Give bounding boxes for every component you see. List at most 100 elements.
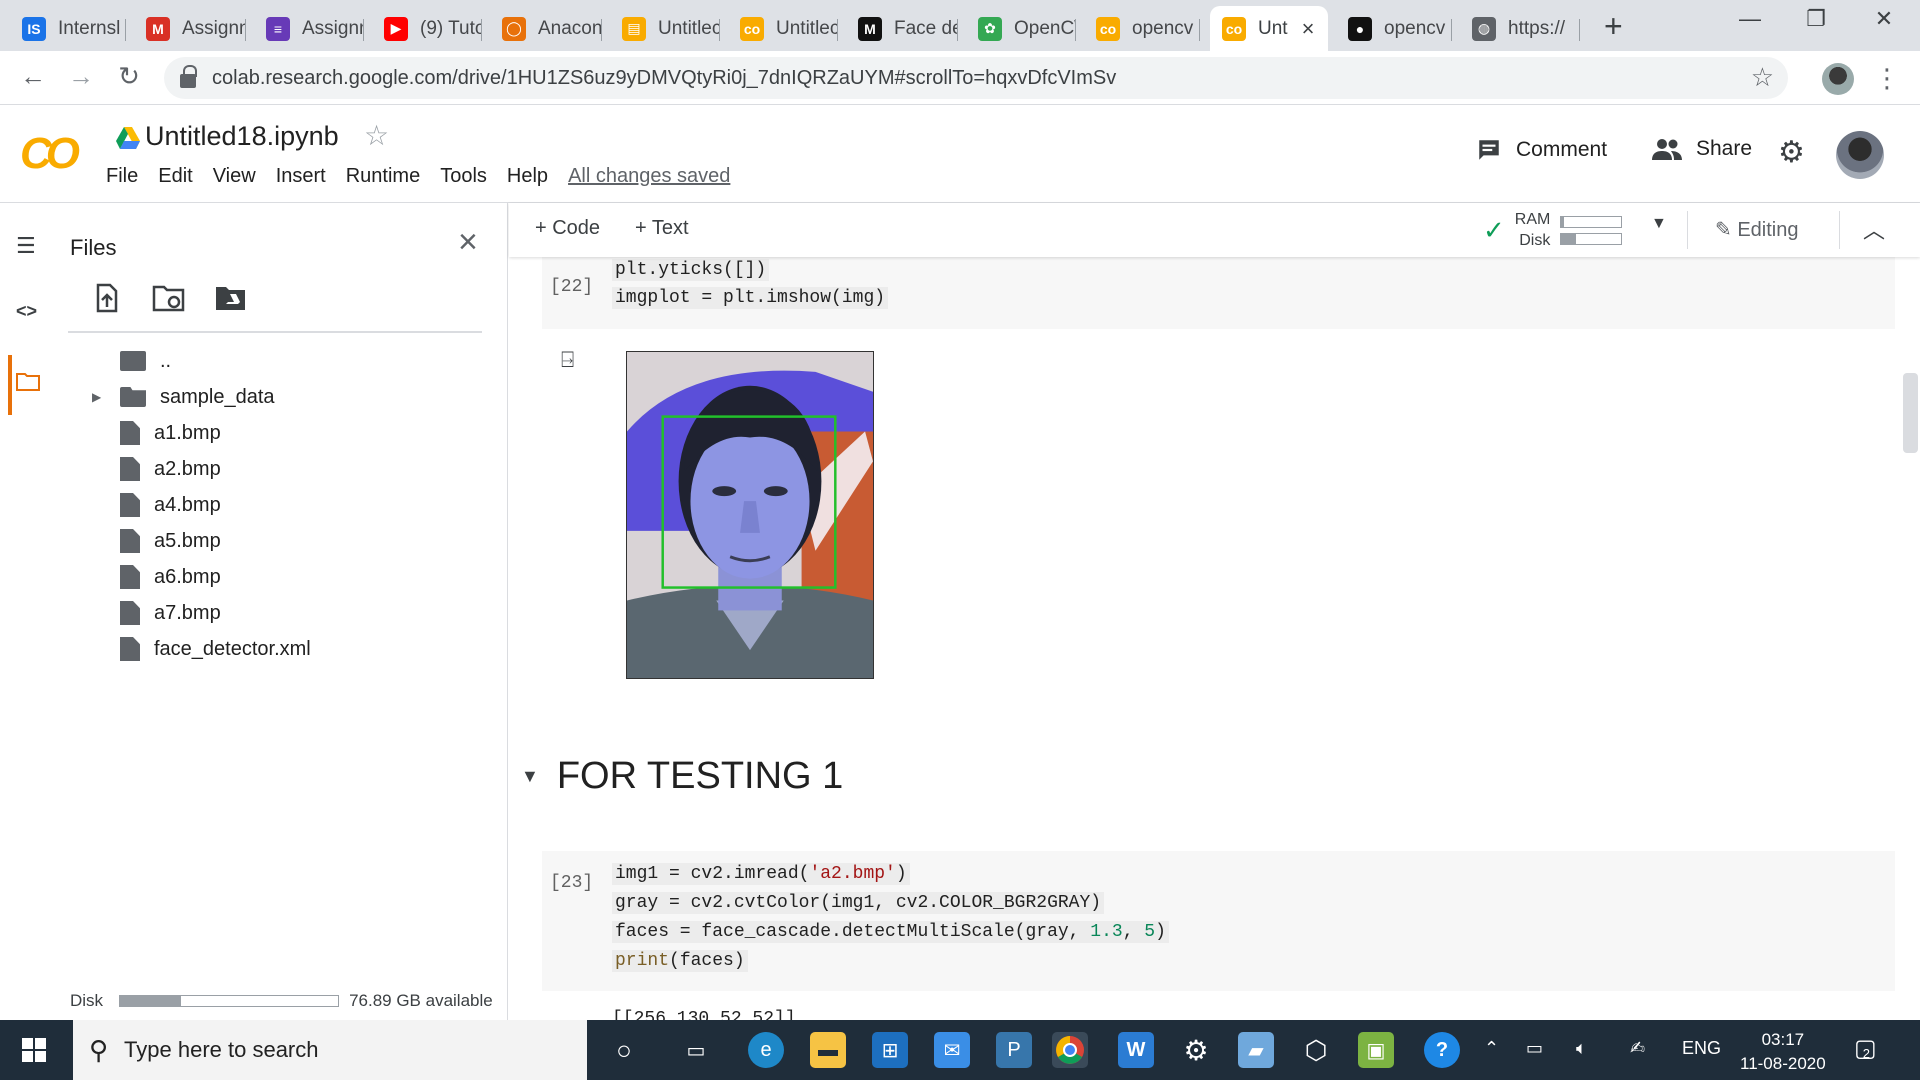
language-indicator[interactable]: ENG: [1682, 1038, 1721, 1059]
file-tree-item[interactable]: ▶ sample_data: [92, 379, 275, 415]
code-snippets-icon[interactable]: <>: [16, 301, 37, 322]
chrome-icon[interactable]: [1052, 1032, 1088, 1068]
code-line[interactable]: img1 = cv2.imread('a2.bmp'): [612, 863, 910, 885]
browser-tab[interactable]: M Assignn: [134, 6, 246, 51]
code-line[interactable]: print(faces): [612, 950, 748, 972]
chevron-down-icon[interactable]: ▼: [1651, 215, 1667, 233]
colab-logo[interactable]: CO: [20, 129, 80, 179]
notification-center-icon[interactable]: ▢2: [1854, 1034, 1884, 1063]
browser-tab[interactable]: ◯ Anacon: [490, 6, 602, 51]
code-cell[interactable]: [23] img1 = cv2.imread('a2.bmp') gray = …: [542, 851, 1895, 991]
browser-tab[interactable]: co opencv: [1084, 6, 1200, 51]
browser-tab[interactable]: ✿ OpenC\: [966, 6, 1076, 51]
file-tree-item[interactable]: a6.bmp: [96, 559, 221, 595]
menu-item-edit[interactable]: Edit: [158, 165, 192, 188]
url-text[interactable]: colab.research.google.com/drive/1HU1ZS6u…: [212, 67, 1116, 90]
browser-tab[interactable]: ≡ Assignn: [254, 6, 364, 51]
browser-tab[interactable]: ▶ (9) Tuto: [372, 6, 482, 51]
windows-start-icon[interactable]: [22, 1038, 46, 1062]
edge-icon[interactable]: e: [748, 1032, 784, 1068]
menu-item-help[interactable]: Help: [507, 165, 548, 188]
menu-item-view[interactable]: View: [213, 165, 256, 188]
code-line[interactable]: plt.yticks([]): [612, 259, 770, 281]
save-status-link[interactable]: All changes saved: [568, 165, 730, 188]
scrollbar-thumb[interactable]: [1903, 373, 1918, 453]
settings-gear-icon[interactable]: ⚙: [1178, 1032, 1214, 1068]
tray-chevron-up-icon[interactable]: ⌃: [1484, 1038, 1499, 1059]
lock-icon[interactable]: [180, 65, 197, 88]
file-tree-item[interactable]: face_detector.xml: [96, 631, 311, 667]
collapse-triangle-icon[interactable]: ▼: [521, 766, 539, 787]
browser-tab[interactable]: IS Internsl: [10, 6, 126, 51]
file-tree-item[interactable]: a4.bmp: [96, 487, 221, 523]
python-icon[interactable]: P: [996, 1032, 1032, 1068]
browser-tab[interactable]: co Untitlec: [728, 6, 838, 51]
gear-icon[interactable]: ⚙: [1778, 135, 1805, 170]
close-icon[interactable]: ×: [458, 223, 478, 262]
user-avatar[interactable]: [1836, 131, 1884, 179]
output-actions-icon[interactable]: ⍈: [561, 347, 574, 373]
code-line[interactable]: imgplot = plt.imshow(img): [612, 287, 889, 309]
notebook-title[interactable]: Untitled18.ipynb: [145, 121, 339, 152]
system-clock[interactable]: 03:17 11-08-2020: [1740, 1028, 1826, 1076]
tab-close-icon[interactable]: ×: [1302, 16, 1315, 42]
notebook-scrollbar[interactable]: [1901, 257, 1920, 1020]
add-code-button[interactable]: + Code: [535, 217, 600, 240]
restore-button[interactable]: ❐: [1796, 6, 1836, 32]
code-cell[interactable]: [22] plt.yticks([]) imgplot = plt.imshow…: [542, 257, 1895, 329]
chevron-up-icon[interactable]: ︿: [1863, 213, 1885, 245]
code-line[interactable]: faces = face_cascade.detectMultiScale(gr…: [612, 921, 1169, 943]
file-tree-item[interactable]: a5.bmp: [96, 523, 221, 559]
pen-icon[interactable]: ✍︎: [1630, 1038, 1645, 1059]
file-tree-item[interactable]: a2.bmp: [96, 451, 221, 487]
address-bar[interactable]: colab.research.google.com/drive/1HU1ZS6u…: [164, 57, 1788, 99]
section-heading[interactable]: ▼ FOR TESTING 1: [521, 755, 843, 798]
store-icon[interactable]: ⊞: [872, 1032, 908, 1068]
taskbar-search[interactable]: ⚲ Type here to search: [73, 1020, 587, 1080]
upload-file-icon[interactable]: [90, 283, 124, 313]
virtualbox-icon[interactable]: ⬡: [1298, 1032, 1334, 1068]
runtime-resources-indicator[interactable]: ✓ RAM Disk: [1483, 209, 1623, 251]
bookmark-star-icon[interactable]: ☆: [1751, 62, 1774, 93]
refresh-folder-icon[interactable]: [152, 283, 186, 313]
add-text-button[interactable]: + Text: [635, 217, 689, 240]
file-tree-item[interactable]: a7.bmp: [96, 595, 221, 631]
reload-icon[interactable]: ↻: [112, 61, 146, 92]
image-viewer-icon[interactable]: ▣: [1358, 1032, 1394, 1068]
code-line[interactable]: gray = cv2.cvtColor(img1, cv2.COLOR_BGR2…: [612, 892, 1105, 914]
word-icon[interactable]: W: [1118, 1032, 1154, 1068]
battery-icon[interactable]: ▭: [1526, 1038, 1543, 1059]
volume-icon[interactable]: 🔈︎: [1576, 1038, 1587, 1059]
folder-icon[interactable]: [16, 371, 40, 397]
file-tree-item[interactable]: ..: [96, 343, 171, 379]
comment-button[interactable]: Comment: [1476, 137, 1607, 163]
close-window-button[interactable]: ✕: [1864, 6, 1904, 32]
file-explorer-icon[interactable]: ▬: [810, 1032, 846, 1068]
expand-caret-icon[interactable]: ▶: [92, 390, 101, 404]
new-tab-button[interactable]: +: [1604, 8, 1623, 45]
kebab-menu-icon[interactable]: ⋮: [1874, 63, 1900, 94]
share-button[interactable]: Share: [1652, 137, 1752, 161]
mount-drive-icon[interactable]: [214, 283, 248, 313]
file-tree-item[interactable]: a1.bmp: [96, 415, 221, 451]
mail-icon[interactable]: ✉: [934, 1032, 970, 1068]
menu-item-insert[interactable]: Insert: [276, 165, 326, 188]
back-icon[interactable]: ←: [16, 61, 50, 92]
table-of-contents-icon[interactable]: ☰: [16, 233, 36, 259]
browser-tab[interactable]: ▤ Untitlec: [610, 6, 720, 51]
browser-tab[interactable]: ◍ https://: [1460, 6, 1580, 51]
editing-mode-button[interactable]: ✎ Editing: [1715, 217, 1798, 242]
menu-item-runtime[interactable]: Runtime: [346, 165, 420, 188]
browser-profile-avatar[interactable]: [1822, 63, 1854, 95]
help-icon[interactable]: ?: [1424, 1032, 1460, 1068]
menu-item-file[interactable]: File: [106, 165, 138, 188]
minimize-button[interactable]: —: [1730, 6, 1770, 32]
browser-tab[interactable]: ● opencv: [1336, 6, 1452, 51]
browser-tab[interactable]: co Unt ×: [1210, 6, 1328, 51]
notes-app-icon[interactable]: ▰: [1238, 1032, 1274, 1068]
task-view-icon[interactable]: ▭: [678, 1032, 714, 1068]
browser-tab[interactable]: M Face de: [846, 6, 958, 51]
star-icon[interactable]: ☆: [364, 119, 389, 152]
cortana-icon[interactable]: ○: [606, 1032, 642, 1068]
forward-icon[interactable]: →: [64, 61, 98, 92]
